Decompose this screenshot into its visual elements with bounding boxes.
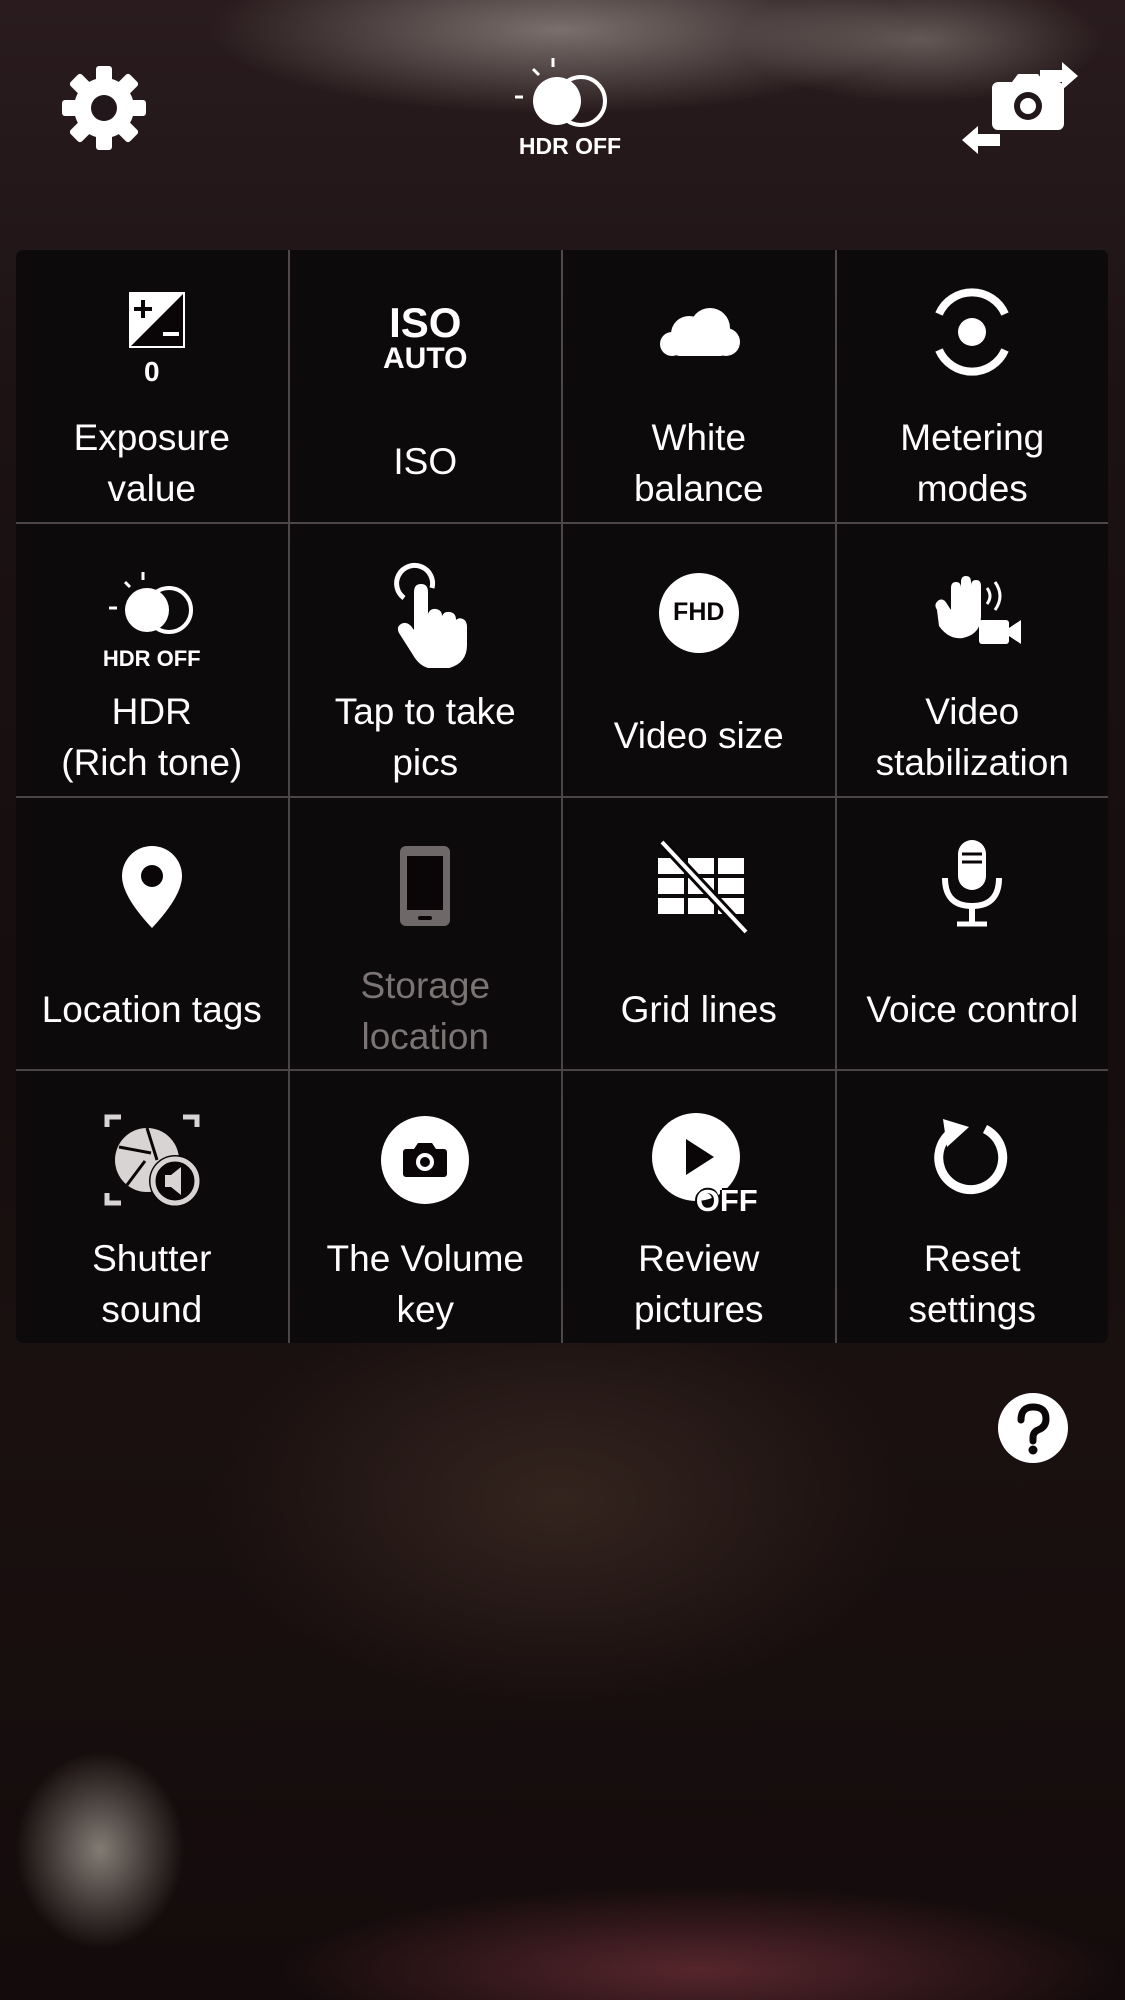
video-size-icon: FHD bbox=[644, 558, 754, 668]
hdr-toggle[interactable]: HDR OFF bbox=[505, 55, 635, 165]
setting-label: Tap to take pics bbox=[334, 690, 516, 783]
setting-label: Exposure value bbox=[73, 417, 230, 509]
setting-iso[interactable]: ISO AUTO ISO bbox=[289, 250, 561, 522]
grid-lines-icon bbox=[644, 832, 754, 942]
setting-label: HDR (Rich tone) bbox=[61, 690, 243, 783]
setting-storage-location: Storage location bbox=[289, 797, 561, 1070]
switch-camera-icon[interactable] bbox=[960, 60, 1080, 160]
setting-label: Reset settings bbox=[908, 1238, 1036, 1331]
iso-icon-subtext: AUTO bbox=[383, 342, 468, 375]
setting-label: Grid lines bbox=[620, 988, 777, 1030]
tap-icon bbox=[370, 558, 480, 668]
setting-label: Location tags bbox=[41, 988, 262, 1030]
help-icon[interactable] bbox=[997, 1392, 1069, 1464]
setting-hdr-rich-tone[interactable]: HDR OFF HDR (Rich tone) bbox=[16, 523, 288, 796]
setting-location-tags[interactable]: Location tags bbox=[16, 797, 288, 1070]
setting-label: Video size bbox=[613, 714, 784, 756]
setting-tap-to-take-pics[interactable]: Tap to take pics bbox=[289, 523, 561, 796]
phone-storage-icon bbox=[370, 832, 480, 942]
hdr-icon-label: HDR OFF bbox=[102, 645, 201, 671]
setting-label: Voice control bbox=[866, 988, 1079, 1030]
video-stabilization-icon bbox=[917, 558, 1027, 668]
settings-grid: 0 Exposure value ISO AUTO ISO White bala… bbox=[16, 250, 1108, 1343]
setting-white-balance[interactable]: White balance bbox=[563, 250, 835, 522]
setting-reset-settings[interactable]: Reset settings bbox=[836, 1071, 1108, 1343]
setting-label: Metering modes bbox=[900, 417, 1045, 509]
setting-voice-control[interactable]: Voice control bbox=[836, 797, 1108, 1070]
iso-icon: ISO AUTO bbox=[370, 284, 480, 394]
fhd-badge: FHD bbox=[658, 572, 739, 653]
setting-video-stabilization[interactable]: Video stabilization bbox=[836, 523, 1108, 796]
cloud-icon bbox=[644, 284, 754, 394]
setting-label: White balance bbox=[633, 417, 764, 509]
reset-icon bbox=[917, 1105, 1027, 1215]
setting-grid-lines[interactable]: Grid lines bbox=[563, 797, 835, 1070]
setting-shutter-sound[interactable]: Shutter sound bbox=[16, 1071, 288, 1343]
review-pictures-icon: OFF bbox=[644, 1105, 758, 1218]
setting-review-pictures[interactable]: OFF Review pictures bbox=[563, 1071, 835, 1343]
setting-label: Storage location bbox=[360, 964, 491, 1057]
setting-exposure-value[interactable]: 0 Exposure value bbox=[16, 250, 288, 522]
setting-volume-key[interactable]: The Volume key bbox=[289, 1071, 561, 1343]
setting-label: Review pictures bbox=[633, 1238, 764, 1331]
setting-metering-modes[interactable]: Metering modes bbox=[836, 250, 1108, 522]
iso-icon-text: ISO bbox=[389, 299, 462, 346]
exposure-value: 0 bbox=[143, 356, 160, 387]
setting-video-size[interactable]: FHD Video size bbox=[563, 523, 835, 796]
location-pin-icon bbox=[97, 832, 207, 942]
metering-icon bbox=[917, 284, 1027, 394]
setting-label: Shutter sound bbox=[92, 1238, 212, 1331]
gear-icon[interactable] bbox=[58, 62, 150, 154]
setting-label: ISO bbox=[393, 441, 458, 482]
shutter-sound-icon bbox=[97, 1105, 207, 1215]
setting-label: The Volume key bbox=[326, 1238, 524, 1331]
setting-label: Video stabilization bbox=[875, 690, 1069, 783]
microphone-icon bbox=[917, 832, 1027, 942]
review-off-badge: OFF bbox=[695, 1183, 758, 1219]
hdr-status-label: HDR OFF bbox=[518, 133, 622, 159]
camera-icon bbox=[370, 1105, 480, 1215]
